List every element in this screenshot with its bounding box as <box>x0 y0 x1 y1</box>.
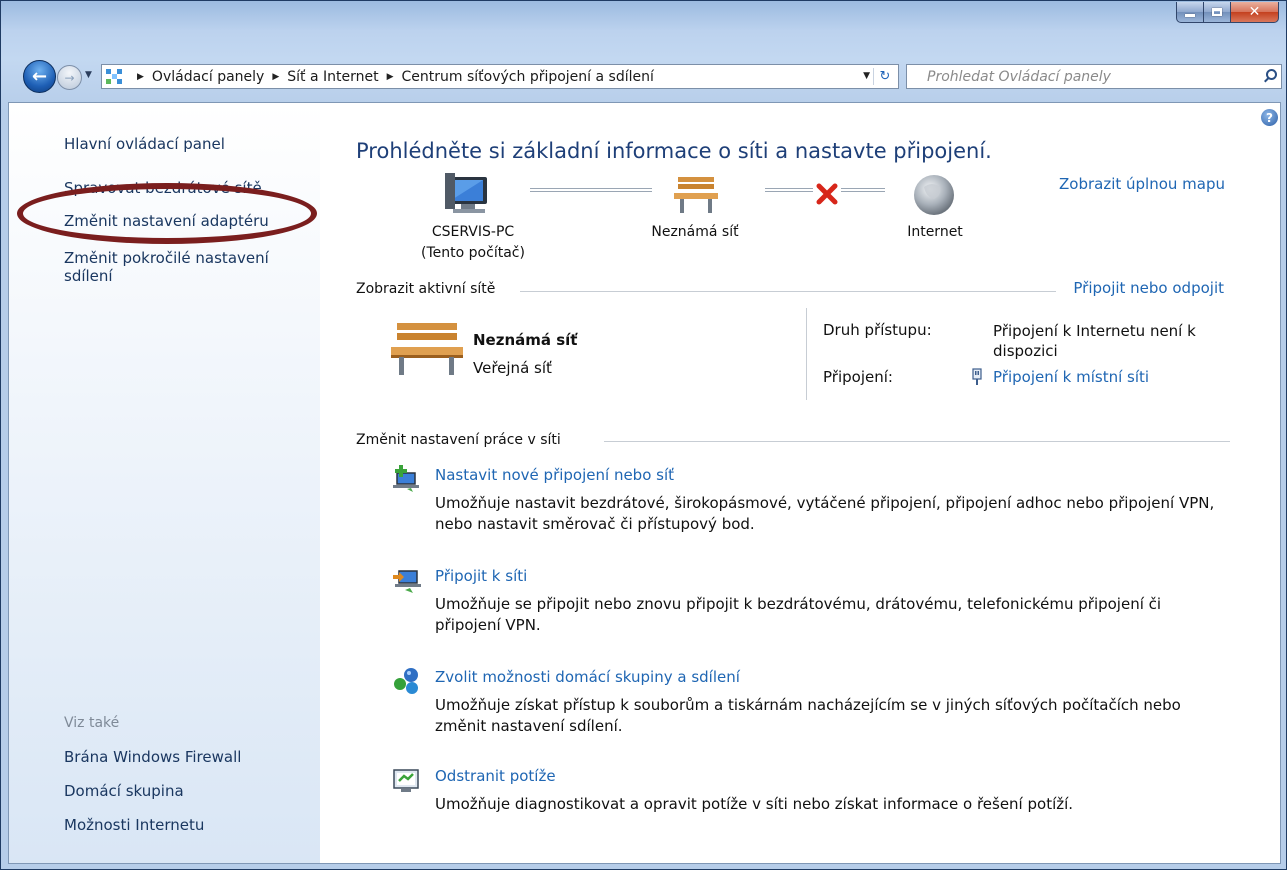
sidebar: Hlavní ovládací panel Spravovat bezdráto… <box>9 103 320 863</box>
local-connection-link[interactable]: Připojení k místní síti <box>993 368 1149 386</box>
connections-label: Připojení: <box>823 368 893 386</box>
search-placeholder: Prohledat Ovládací panely <box>927 68 1111 85</box>
navigation-bar: ← → ▼ ▶ Ovládací panely ▶ Síť a Internet… <box>21 59 1283 95</box>
breadcrumb-separator-icon[interactable]: ▶ <box>137 72 144 82</box>
new-connection-icon <box>393 465 419 492</box>
connect-network-icon <box>393 570 421 593</box>
search-icon[interactable] <box>1263 69 1277 83</box>
connection-line <box>765 188 813 192</box>
close-button[interactable]: ✕ <box>1231 2 1279 23</box>
sidebar-item-internet-options[interactable]: Možnosti Internetu <box>64 816 204 834</box>
page-title: Prohlédněte si základní informace o síti… <box>356 139 992 163</box>
forward-arrow-icon: → <box>64 70 75 85</box>
close-icon: ✕ <box>1248 4 1261 20</box>
task-homegroup-link[interactable]: Zvolit možnosti domácí skupiny a sdílení <box>435 668 740 686</box>
address-dropdown-icon[interactable]: ▼ <box>863 71 870 81</box>
content-area: Hlavní ovládací panel Spravovat bezdráto… <box>8 102 1281 864</box>
sidebar-item-home[interactable]: Hlavní ovládací panel <box>64 135 225 153</box>
window: ✕ ← → ▼ ▶ Ovládací panely ▶ Síť a Intern… <box>0 0 1287 870</box>
main-panel: ? Prohlédněte si základní informace o sí… <box>320 103 1280 863</box>
minimize-icon <box>1185 14 1195 17</box>
sidebar-item-firewall[interactable]: Brána Windows Firewall <box>64 748 241 766</box>
task-homegroup-desc: Umožňuje získat přístup k souborům a tis… <box>435 696 1181 735</box>
back-arrow-icon: ← <box>31 66 48 87</box>
minimize-button[interactable] <box>1176 2 1204 23</box>
network-center-icon <box>106 68 124 85</box>
access-type-value: Připojení k Internetu není k dispozici <box>993 322 1196 360</box>
internet-label: Internet <box>907 224 963 240</box>
no-connection-x-icon <box>816 183 838 205</box>
connection-line <box>841 188 885 192</box>
active-networks-header: Zobrazit aktivní sítě <box>356 281 496 297</box>
search-input[interactable]: Prohledat Ovládací panely <box>906 64 1282 89</box>
ethernet-plug-icon <box>972 368 982 385</box>
back-button[interactable]: ← <box>23 60 56 93</box>
access-type-label: Druh přístupu: <box>823 321 932 339</box>
refresh-icon[interactable]: ↻ <box>873 68 896 85</box>
change-settings-header: Změnit nastavení práce v síti <box>356 432 561 448</box>
network-bench-icon[interactable] <box>672 175 720 215</box>
computer-icon[interactable] <box>445 171 495 215</box>
section-rule <box>520 291 1056 292</box>
maximize-icon <box>1212 8 1222 16</box>
sidebar-item-homegroup[interactable]: Domácí skupina <box>64 782 184 800</box>
breadcrumb-separator-icon[interactable]: ▶ <box>272 72 279 82</box>
see-also-label: Viz také <box>64 715 120 731</box>
forward-button[interactable]: → <box>57 65 82 90</box>
task-connect-link[interactable]: Připojit k síti <box>435 567 527 585</box>
full-map-link[interactable]: Zobrazit úplnou mapu <box>1059 175 1225 193</box>
troubleshoot-icon <box>393 769 419 792</box>
task-new-connection-link[interactable]: Nastavit nové připojení nebo síť <box>435 466 674 484</box>
sidebar-item-advanced-sharing[interactable]: Změnit pokročilé nastavení sdílení <box>64 249 289 285</box>
address-bar[interactable]: ▶ Ovládací panely ▶ Síť a Internet ▶ Cen… <box>101 64 899 89</box>
connection-line <box>530 188 652 192</box>
breadcrumb-item[interactable]: Síť a Internet <box>287 69 378 85</box>
computer-name-label: CSERVIS-PC (Tento počítač) <box>421 224 525 261</box>
internet-globe-icon[interactable] <box>912 173 956 217</box>
task-new-connection-desc: Umožňuje nastavit bezdrátové, širokopásm… <box>435 494 1215 533</box>
task-connect-desc: Umožňuje se připojit nebo znovu připojit… <box>435 595 1162 634</box>
active-network-name: Neznámá síť <box>473 331 578 349</box>
recent-pages-dropdown[interactable]: ▼ <box>85 70 92 80</box>
task-troubleshoot-link[interactable]: Odstranit potíže <box>435 767 556 785</box>
maximize-button[interactable] <box>1204 2 1231 23</box>
connect-disconnect-link[interactable]: Připojit nebo odpojit <box>1073 279 1224 297</box>
breadcrumb-item[interactable]: Ovládací panely <box>152 69 264 85</box>
homegroup-icon <box>394 668 418 694</box>
vertical-divider <box>806 308 807 400</box>
breadcrumb-separator-icon[interactable]: ▶ <box>387 72 394 82</box>
highlight-ellipse <box>17 183 317 244</box>
help-icon[interactable]: ? <box>1261 109 1278 126</box>
task-troubleshoot-desc: Umožňuje diagnostikovat a opravit potíže… <box>435 795 1074 813</box>
active-network-type: Veřejná síť <box>473 359 552 377</box>
network-label: Neznámá síť <box>651 224 739 240</box>
section-rule <box>604 441 1230 442</box>
window-controls: ✕ <box>1176 2 1279 24</box>
breadcrumb-item[interactable]: Centrum síťových připojení a sdílení <box>402 69 654 85</box>
network-bench-icon <box>391 323 463 375</box>
